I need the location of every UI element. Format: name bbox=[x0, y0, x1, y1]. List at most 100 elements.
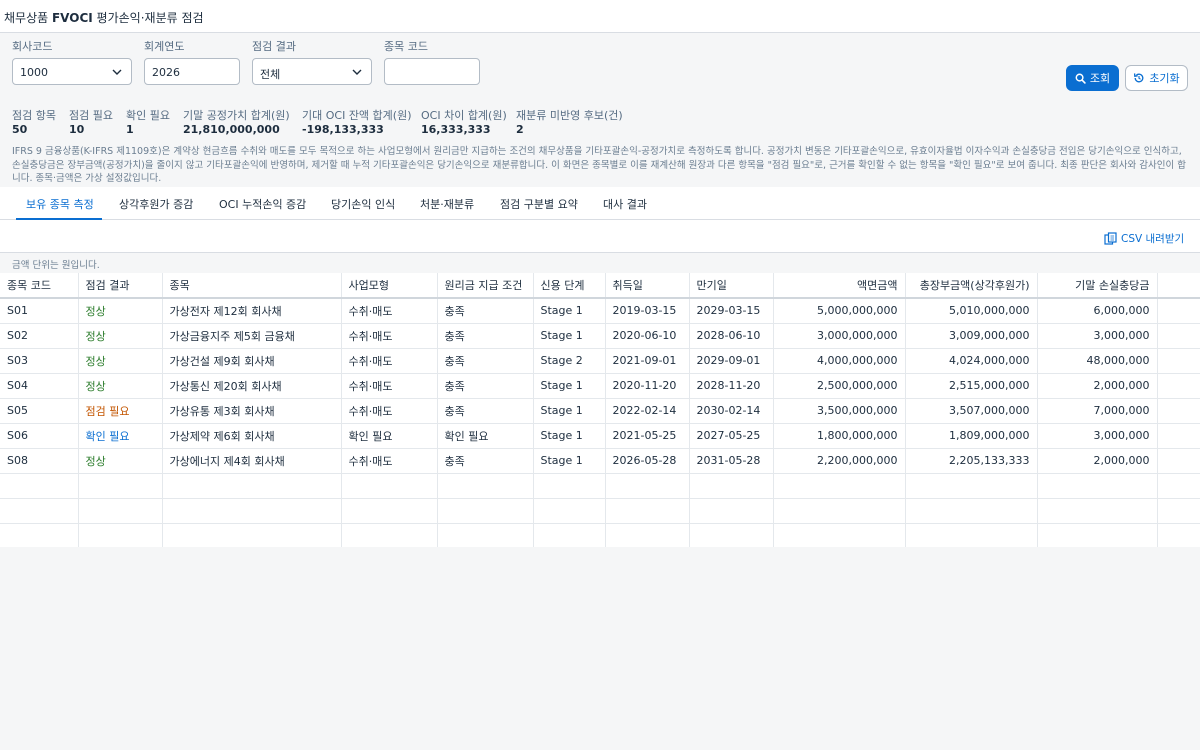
item-code-label: 종목 코드 bbox=[384, 40, 428, 53]
empty-cell bbox=[773, 498, 906, 524]
empty-row bbox=[0, 498, 1200, 524]
table-cell: 2,205,133,333 bbox=[905, 448, 1038, 474]
table-cell: 2029-03-15 bbox=[689, 298, 774, 324]
check-result-label: 점검 결과 bbox=[252, 40, 296, 53]
tab-summary[interactable]: 점검 구분별 요약 bbox=[500, 196, 578, 212]
empty-cell bbox=[689, 473, 774, 499]
holdings-table: 종목 코드 점검 결과 종목 사업모형 원리금 지급 조건 신용 단계 취득일 … bbox=[0, 273, 1200, 549]
table-cell: 2,200,000,000 bbox=[773, 448, 906, 474]
table-cell: 3,000,000,000 bbox=[773, 323, 906, 349]
kpi-value: 2 bbox=[516, 123, 524, 136]
status-cell: 정상 bbox=[78, 373, 163, 399]
tab-reconciliation[interactable]: 대사 결과 bbox=[603, 196, 647, 212]
table-cell: 2028-11-20 bbox=[689, 373, 774, 399]
empty-cell bbox=[341, 498, 438, 524]
table-row[interactable]: S04 정상 가상통신 제20회 회사채 수취·매도 충족 Stage 1 2020-11-… bbox=[0, 373, 1200, 399]
fiscal-year-label: 회계연도 bbox=[144, 40, 185, 53]
status-cell: 확인 필요 bbox=[78, 423, 163, 449]
table-cell: 확인 필요 bbox=[341, 423, 438, 449]
table-row[interactable]: S06 확인 필요 가상제약 제6회 회사채 확인 필요 확인 필요 Stage 1 202… bbox=[0, 423, 1200, 449]
unit-note: 금액 단위는 원입니다. bbox=[12, 260, 100, 271]
csv-download-button[interactable]: CSV 내려받기 bbox=[1104, 231, 1184, 246]
tab-amortized-cost-change[interactable]: 상각후원가 증감 bbox=[119, 196, 193, 212]
table-cell: 2,000,000 bbox=[1037, 448, 1158, 474]
search-icon bbox=[1075, 73, 1086, 84]
company-code-select[interactable]: 1000 bbox=[12, 58, 132, 85]
unit-note-bar: 금액 단위는 원입니다. bbox=[0, 253, 1200, 273]
table-cell: 충족 bbox=[437, 348, 534, 374]
empty-cell bbox=[1157, 498, 1200, 524]
table-cell: 수취·매도 bbox=[341, 348, 438, 374]
table-cell: 2020-06-10 bbox=[605, 323, 690, 349]
table-cell: Stage 1 bbox=[533, 323, 606, 349]
table-row[interactable]: S08 정상 가상에너지 제4회 회사채 수취·매도 충족 Stage 1 2026-05-… bbox=[0, 448, 1200, 474]
table-cell: Stage 1 bbox=[533, 398, 606, 424]
table-cell: S03 bbox=[0, 348, 79, 374]
empty-cell bbox=[162, 523, 342, 549]
column-header[interactable]: 취득일 bbox=[605, 273, 690, 299]
export-icon bbox=[1104, 232, 1117, 245]
table-cell: 가상전자 제12회 회사채 bbox=[162, 298, 342, 324]
company-code-label: 회사코드 bbox=[12, 40, 53, 53]
status-cell: 정상 bbox=[78, 448, 163, 474]
table-row[interactable]: S05 점검 필요 가상유통 제3회 회사채 수취·매도 충족 Stage 1 2022-0… bbox=[0, 398, 1200, 424]
table-row[interactable]: S02 정상 가상금융지주 제5회 금융채 수취·매도 충족 Stage 1 2020-06… bbox=[0, 323, 1200, 349]
column-header[interactable]: 만기일 bbox=[689, 273, 774, 299]
tab-oci-change[interactable]: OCI 누적손익 증감 bbox=[219, 196, 306, 212]
table-cell: 5,010,000,000 bbox=[905, 298, 1038, 324]
empty-cell bbox=[1157, 523, 1200, 549]
table-cell: Stage 2 bbox=[533, 348, 606, 374]
fiscal-year-input[interactable]: 2026 bbox=[144, 58, 240, 85]
tab-holdings-measurement[interactable]: 보유 종목 측정 bbox=[26, 196, 94, 212]
kpi-value: 21,810,000,000 bbox=[183, 123, 280, 136]
empty-cell bbox=[773, 473, 906, 499]
table-cell: 충족 bbox=[437, 298, 534, 324]
table-cell: Stage 1 bbox=[533, 373, 606, 399]
column-header[interactable]: 점검 결과 bbox=[78, 273, 163, 299]
table-cell-filler bbox=[1157, 448, 1200, 474]
column-header[interactable]: 총장부금액(상각후원가) bbox=[905, 273, 1038, 299]
table-cell: 3,507,000,000 bbox=[905, 398, 1038, 424]
table-cell: 가상건설 제9회 회사채 bbox=[162, 348, 342, 374]
search-button[interactable]: 조회 bbox=[1066, 65, 1119, 91]
table-cell: 수취·매도 bbox=[341, 448, 438, 474]
item-code-input[interactable] bbox=[384, 58, 480, 85]
tab-disposal-reclass[interactable]: 처분·재분류 bbox=[420, 196, 474, 212]
table-cell: 충족 bbox=[437, 398, 534, 424]
reset-button[interactable]: 초기화 bbox=[1125, 65, 1188, 91]
empty-cell bbox=[689, 523, 774, 549]
column-header-filler bbox=[1157, 273, 1200, 299]
table-row[interactable]: S03 정상 가상건설 제9회 회사채 수취·매도 충족 Stage 2 2021-09-0… bbox=[0, 348, 1200, 374]
kpi-value: -198,133,333 bbox=[302, 123, 384, 136]
tab-profit-loss[interactable]: 당기손익 인식 bbox=[331, 196, 395, 212]
column-header[interactable]: 액면금액 bbox=[773, 273, 906, 299]
table-cell: 충족 bbox=[437, 323, 534, 349]
kpi-value: 50 bbox=[12, 123, 28, 136]
table-cell: 1,809,000,000 bbox=[905, 423, 1038, 449]
table-cell: 수취·매도 bbox=[341, 398, 438, 424]
empty-cell bbox=[1037, 498, 1158, 524]
check-result-select[interactable]: 전체 bbox=[252, 58, 372, 85]
column-header[interactable]: 기말 손실충당금 bbox=[1037, 273, 1158, 299]
kpi-label: 확인 필요 bbox=[126, 109, 170, 122]
table-cell-filler bbox=[1157, 398, 1200, 424]
empty-cell bbox=[533, 498, 606, 524]
empty-cell bbox=[162, 473, 342, 499]
column-header[interactable]: 원리금 지급 조건 bbox=[437, 273, 534, 299]
empty-cell bbox=[437, 498, 534, 524]
column-header[interactable]: 종목 bbox=[162, 273, 342, 299]
kpi-label: 점검 항목 bbox=[12, 109, 56, 122]
empty-cell bbox=[437, 523, 534, 549]
empty-cell bbox=[533, 473, 606, 499]
column-header[interactable]: 사업모형 bbox=[341, 273, 438, 299]
table-row[interactable]: S01 정상 가상전자 제12회 회사채 수취·매도 충족 Stage 1 2019-03-… bbox=[0, 298, 1200, 324]
empty-cell bbox=[78, 473, 163, 499]
empty-cell bbox=[437, 473, 534, 499]
empty-cell bbox=[773, 523, 906, 549]
column-header[interactable]: 신용 단계 bbox=[533, 273, 606, 299]
table-cell: 2020-11-20 bbox=[605, 373, 690, 399]
column-header[interactable]: 종목 코드 bbox=[0, 273, 79, 299]
table-cell: S04 bbox=[0, 373, 79, 399]
empty-cell bbox=[341, 523, 438, 549]
table-toolbar: CSV 내려받기 bbox=[0, 220, 1200, 253]
